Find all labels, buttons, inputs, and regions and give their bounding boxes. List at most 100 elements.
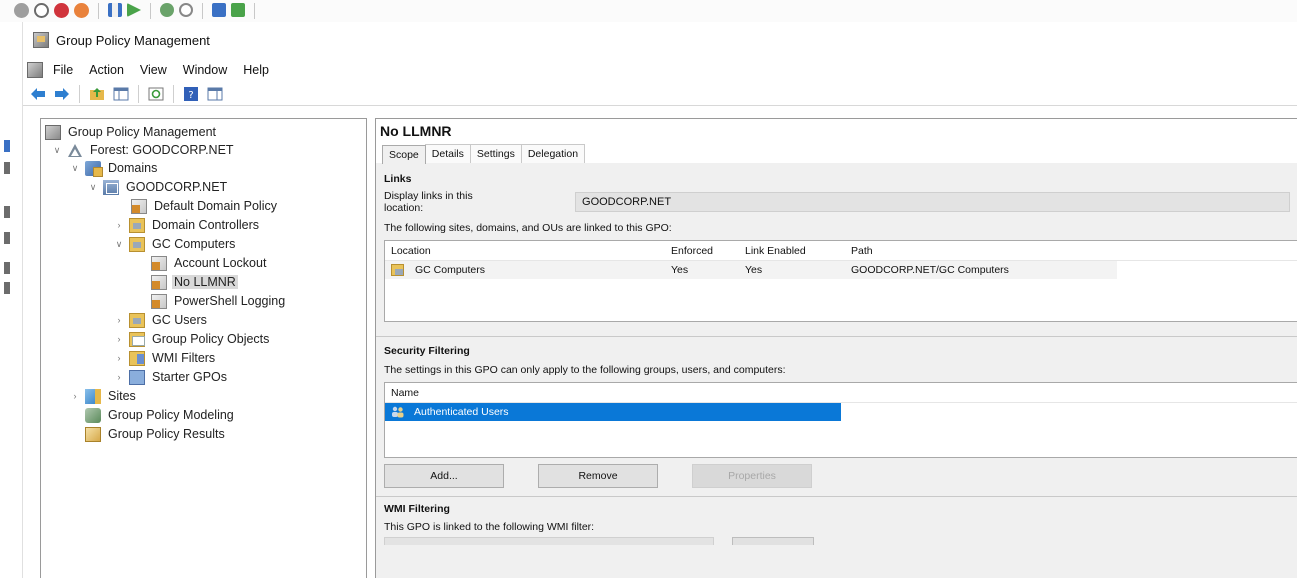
side-gutter	[0, 22, 22, 578]
ou-icon	[391, 264, 404, 276]
title-bar: Group Policy Management	[23, 22, 1297, 58]
table-row[interactable]: Authenticated Users	[385, 403, 841, 421]
tree-node-powershell-logging[interactable]: PowerShell Logging	[151, 292, 287, 310]
gpo-link-icon	[151, 255, 167, 271]
col-location[interactable]: Location	[385, 245, 665, 257]
revert-icon[interactable]	[179, 3, 193, 17]
vm-state-controls	[108, 3, 141, 19]
expand-chevron-icon[interactable]: ›	[113, 372, 125, 382]
users-group-icon	[392, 406, 404, 418]
resume-icon[interactable]	[127, 3, 141, 17]
gpo-link-icon	[151, 293, 167, 309]
cell-path: GOODCORP.NET/GC Computers	[851, 264, 1009, 276]
starter-gpo-icon	[129, 369, 145, 385]
enhanced-session-icon[interactable]	[212, 3, 226, 17]
tab-scope[interactable]: Scope	[382, 145, 426, 164]
menu-window[interactable]: Window	[183, 63, 227, 77]
linked-text: The following sites, domains, and OUs ar…	[384, 222, 672, 234]
tree-node-domains[interactable]: ∨ Domains	[69, 159, 159, 177]
cell-location: GC Computers	[385, 264, 665, 276]
forward-arrow-icon[interactable]	[53, 85, 71, 103]
gpo-container-icon	[129, 331, 145, 347]
expand-chevron-icon[interactable]: ›	[113, 220, 125, 230]
tree-node-gc-computers[interactable]: ∨ GC Computers	[113, 235, 237, 253]
expand-chevron-icon[interactable]: ›	[113, 353, 125, 363]
ctrl-alt-del-icon[interactable]	[14, 3, 29, 18]
tree-node-account-lockout[interactable]: Account Lockout	[151, 254, 268, 272]
pause-icon[interactable]	[108, 3, 122, 17]
results-icon	[85, 426, 101, 442]
refresh-icon[interactable]	[147, 85, 165, 103]
vm-toolbar	[0, 0, 1297, 22]
shutdown-icon[interactable]	[74, 3, 89, 18]
gutter-mark	[4, 262, 10, 274]
expand-chevron-icon[interactable]: ›	[113, 315, 125, 325]
toolbar: ?	[23, 82, 1297, 106]
cell-link-enabled: Yes	[745, 264, 763, 276]
window-title: Group Policy Management	[56, 32, 210, 48]
collapse-chevron-icon[interactable]: ∨	[51, 145, 63, 156]
gutter-mark	[4, 206, 10, 218]
links-table[interactable]: Location Enforced Link Enabled Path GC C…	[384, 240, 1297, 322]
ou-icon	[129, 217, 145, 233]
menu-view[interactable]: View	[140, 63, 167, 77]
gutter-mark	[4, 140, 10, 152]
ou-icon	[129, 236, 145, 252]
console-tree: Group Policy Management ∨ Forest: GOODCO…	[40, 118, 367, 578]
back-arrow-icon[interactable]	[29, 85, 47, 103]
vm-checkpoint-controls	[160, 3, 193, 19]
add-button[interactable]: Add...	[384, 464, 504, 488]
share-icon[interactable]	[231, 3, 245, 17]
show-hide-tree-icon[interactable]	[112, 85, 130, 103]
tree-node-wmi-filters[interactable]: › WMI Filters	[113, 349, 217, 367]
tab-settings[interactable]: Settings	[469, 144, 522, 163]
domains-icon	[85, 160, 103, 177]
remove-button[interactable]: Remove	[538, 464, 658, 488]
col-name[interactable]: Name	[385, 387, 841, 399]
turn-off-icon[interactable]	[54, 3, 69, 18]
tree-node-gpo-objects[interactable]: › Group Policy Objects	[113, 330, 271, 348]
collapse-chevron-icon[interactable]: ∨	[87, 182, 99, 193]
menu-bar: File Action View Window Help	[23, 58, 1297, 82]
col-link-enabled[interactable]: Link Enabled	[739, 245, 845, 257]
col-enforced[interactable]: Enforced	[665, 245, 739, 257]
help-icon[interactable]: ?	[182, 85, 200, 103]
wmi-controls	[384, 537, 1290, 545]
start-icon[interactable]	[34, 3, 49, 18]
wmi-filter-dropdown[interactable]	[384, 537, 714, 545]
tree-node-sites[interactable]: › Sites	[69, 387, 138, 405]
properties-button: Properties	[692, 464, 812, 488]
up-folder-icon[interactable]	[88, 85, 106, 103]
tree-node-default-domain-policy[interactable]: Default Domain Policy	[131, 197, 279, 215]
security-table[interactable]: Name Authenticated Users	[384, 382, 1297, 458]
wmi-text: This GPO is linked to the following WMI …	[384, 521, 595, 533]
expand-chevron-icon[interactable]: ›	[113, 334, 125, 344]
tree-node-gp-results[interactable]: Group Policy Results	[85, 425, 227, 443]
show-action-pane-icon[interactable]	[206, 85, 224, 103]
display-links-dropdown[interactable]: GOODCORP.NET	[575, 192, 1290, 212]
col-path[interactable]: Path	[845, 245, 1115, 257]
system-menu-icon[interactable]	[27, 62, 43, 78]
menu-help[interactable]: Help	[243, 63, 269, 77]
tree-node-no-llmnr[interactable]: No LLMNR	[151, 273, 238, 291]
open-button[interactable]	[732, 537, 814, 545]
tab-details[interactable]: Details	[424, 144, 471, 163]
svg-text:?: ?	[188, 90, 193, 101]
tree-node-domain-controllers[interactable]: › Domain Controllers	[113, 216, 261, 234]
tree-node-gp-modeling[interactable]: Group Policy Modeling	[85, 406, 236, 424]
tree-node-gpm-root[interactable]: Group Policy Management	[45, 123, 218, 141]
tree-node-starter-gpos[interactable]: › Starter GPOs	[113, 368, 229, 386]
security-table-header: Name	[385, 383, 1297, 403]
tree-node-forest[interactable]: ∨ Forest: GOODCORP.NET	[51, 141, 236, 159]
tab-delegation[interactable]: Delegation	[520, 144, 586, 163]
menu-file[interactable]: File	[53, 63, 73, 77]
checkpoint-icon[interactable]	[160, 3, 174, 17]
table-row[interactable]: GC Computers Yes Yes GOODCORP.NET/GC Com…	[385, 261, 1117, 279]
gutter-mark	[4, 282, 10, 294]
tree-node-gc-users[interactable]: › GC Users	[113, 311, 209, 329]
menu-action[interactable]: Action	[89, 63, 124, 77]
expand-chevron-icon[interactable]: ›	[69, 391, 81, 401]
collapse-chevron-icon[interactable]: ∨	[113, 239, 125, 250]
collapse-chevron-icon[interactable]: ∨	[69, 163, 81, 174]
tree-node-domain[interactable]: ∨ GOODCORP.NET	[87, 178, 229, 196]
